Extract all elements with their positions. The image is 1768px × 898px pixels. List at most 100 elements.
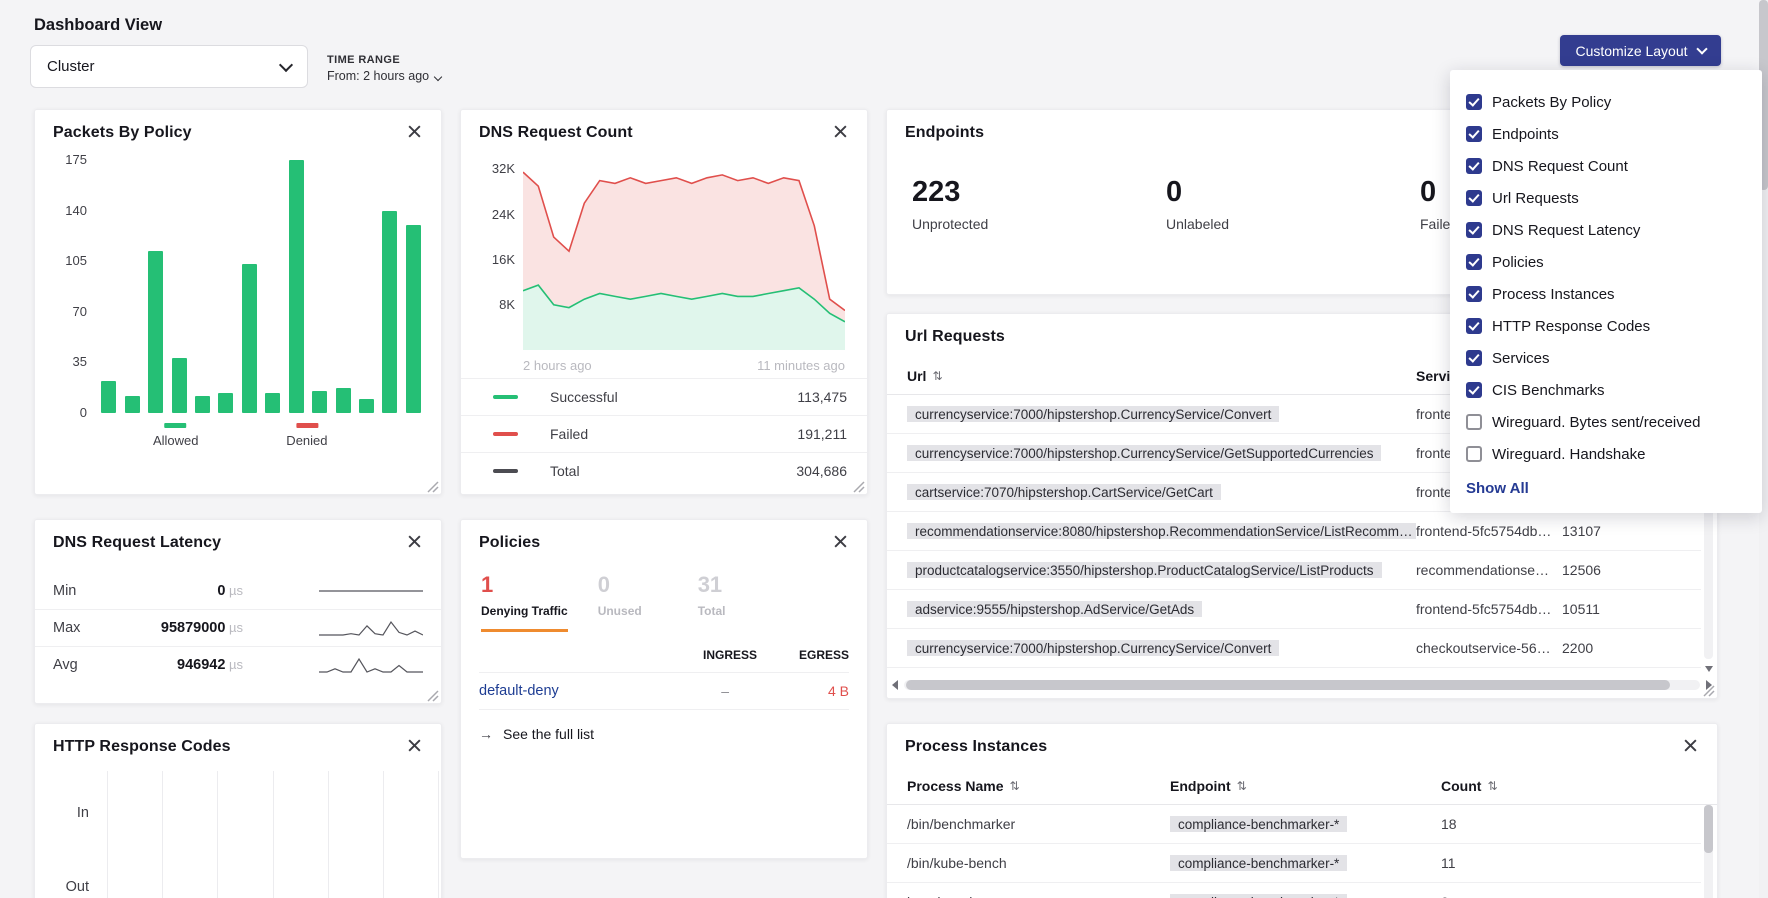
checkbox-checked-icon[interactable]	[1466, 254, 1482, 270]
checkbox-checked-icon[interactable]	[1466, 158, 1482, 174]
customize-menu-item[interactable]: Services	[1450, 342, 1762, 374]
customize-menu-item[interactable]: Policies	[1450, 246, 1762, 278]
resize-handle-icon[interactable]	[427, 689, 439, 701]
policy-ingress-value: –	[653, 683, 757, 699]
checkbox-checked-icon[interactable]	[1466, 126, 1482, 142]
menu-item-label: Endpoints	[1492, 126, 1559, 143]
column-label: Url	[907, 368, 926, 384]
packets-plot	[97, 160, 425, 413]
table-row[interactable]: recommendationservice:8080/hipstershop.R…	[887, 512, 1701, 551]
customize-menu-item[interactable]: Process Instances	[1450, 278, 1762, 310]
customize-menu-item[interactable]: Url Requests	[1450, 182, 1762, 214]
url-chip: currencyservice:7000/hipstershop.Currenc…	[907, 445, 1381, 461]
view-select[interactable]: Cluster	[30, 45, 308, 88]
row-label: In	[77, 805, 89, 821]
column-header-url[interactable]: Url ⇅	[907, 368, 943, 384]
time-range-value[interactable]: From: 2 hours ago	[327, 69, 441, 83]
scrollbar-thumb[interactable]	[906, 680, 1670, 690]
table-row[interactable]: currencyservice:7000/hipstershop.Currenc…	[887, 629, 1701, 668]
close-icon[interactable]	[833, 124, 851, 142]
column-header-egress[interactable]: EGRESS	[757, 648, 849, 662]
y-tick-label: 175	[51, 152, 87, 168]
customize-menu-item[interactable]: Wireguard. Bytes sent/received	[1450, 406, 1762, 438]
checkbox-checked-icon[interactable]	[1466, 190, 1482, 206]
checkbox-checked-icon[interactable]	[1466, 222, 1482, 238]
group-label: Allowed	[153, 433, 199, 448]
customize-menu-items: Packets By Policy Endpoints DNS Request Co…	[1450, 86, 1762, 470]
customize-menu-item[interactable]: DNS Request Latency	[1450, 214, 1762, 246]
table-row[interactable]: benchmarkercompliance-benchmarker-*9	[887, 883, 1701, 898]
count-cell: 13107	[1562, 523, 1652, 539]
scroll-left-arrow-icon[interactable]	[892, 680, 898, 690]
scrollbar-track[interactable]	[904, 680, 1700, 690]
dns-area-chart	[523, 158, 845, 350]
table-row[interactable]: productcatalogservice:3550/hipstershop.P…	[887, 551, 1701, 590]
close-icon[interactable]	[407, 738, 425, 756]
url-cell: currencyservice:7000/hipstershop.Currenc…	[907, 406, 1416, 422]
customize-menu-item[interactable]: Wireguard. Handshake	[1450, 438, 1762, 470]
customize-menu-item[interactable]: Packets By Policy	[1450, 86, 1762, 118]
vertical-scrollbar[interactable]	[1704, 805, 1713, 898]
column-header-endpoint[interactable]: Endpoint ⇅	[1170, 778, 1247, 794]
checkbox-checked-icon[interactable]	[1466, 350, 1482, 366]
card-title: Policies	[479, 534, 540, 552]
legend-value: 304,686	[796, 463, 847, 479]
customize-layout-label: Customize Layout	[1575, 43, 1687, 59]
policy-row[interactable]: default-deny–4 B	[479, 672, 849, 710]
close-icon[interactable]	[407, 534, 425, 552]
customize-layout-button[interactable]: Customize Layout	[1560, 35, 1721, 66]
checkbox-unchecked-icon[interactable]	[1466, 414, 1482, 430]
column-header-count[interactable]: Count ⇅	[1441, 778, 1498, 794]
policies-tab-denying-traffic[interactable]: 1Denying Traffic	[481, 572, 568, 632]
scrollbar-thumb[interactable]	[1704, 805, 1713, 853]
checkbox-unchecked-icon[interactable]	[1466, 446, 1482, 462]
show-all-link[interactable]: Show All	[1450, 470, 1762, 497]
latency-value-wrap: 95879000 µs	[125, 619, 243, 637]
latency-row: Max95879000 µs	[35, 609, 441, 646]
y-tick-label: 8K	[475, 297, 515, 313]
bar	[336, 388, 351, 413]
policies-tab-total[interactable]: 31Total	[698, 572, 768, 632]
dns-x-labels: 2 hours ago11 minutes ago	[523, 358, 845, 373]
policies-tab-unused[interactable]: 0Unused	[598, 572, 668, 632]
close-icon[interactable]	[833, 534, 851, 552]
url-chip: adservice:9555/hipstershop.AdService/Get…	[907, 601, 1202, 617]
close-icon[interactable]	[1683, 738, 1701, 756]
y-tick-label: 70	[51, 304, 87, 320]
resize-handle-icon[interactable]	[853, 480, 865, 492]
table-row[interactable]: /bin/kube-benchcompliance-benchmarker-*1…	[887, 844, 1701, 883]
endpoint-stat: 0Unlabeled	[1166, 176, 1420, 232]
resize-handle-icon[interactable]	[1703, 684, 1715, 696]
checkbox-checked-icon[interactable]	[1466, 318, 1482, 334]
count-cell: 2200	[1562, 640, 1652, 656]
customize-menu-item[interactable]: CIS Benchmarks	[1450, 374, 1762, 406]
latency-sparkline	[319, 618, 423, 638]
policies-tabs: 1Denying Traffic 0Unused 31Total	[481, 572, 768, 632]
latency-label: Min	[53, 583, 125, 599]
green-group-marker-icon	[165, 423, 187, 428]
checkbox-checked-icon[interactable]	[1466, 94, 1482, 110]
column-header-process-name[interactable]: Process Name ⇅	[907, 778, 1020, 794]
bar	[125, 396, 140, 413]
menu-item-label: Policies	[1492, 254, 1544, 271]
customize-menu-item[interactable]: HTTP Response Codes	[1450, 310, 1762, 342]
column-header-ingress[interactable]: INGRESS	[653, 648, 757, 662]
resize-handle-icon[interactable]	[427, 480, 439, 492]
see-full-list-link[interactable]: → See the full list	[479, 726, 594, 742]
legend-value: 113,475	[797, 389, 847, 405]
checkbox-checked-icon[interactable]	[1466, 382, 1482, 398]
red-group-marker-icon	[296, 423, 318, 428]
customize-menu-item[interactable]: DNS Request Count	[1450, 150, 1762, 182]
scroll-down-arrow-icon[interactable]	[1705, 666, 1713, 672]
card-title: DNS Request Latency	[53, 534, 221, 552]
latency-value: 95879000	[161, 620, 226, 636]
table-row[interactable]: adservice:9555/hipstershop.AdService/Get…	[887, 590, 1701, 629]
horizontal-scrollbar[interactable]	[892, 679, 1712, 691]
legend-row: Successful113,475	[461, 378, 867, 415]
checkbox-checked-icon[interactable]	[1466, 286, 1482, 302]
close-icon[interactable]	[407, 124, 425, 142]
customize-menu-item[interactable]: Endpoints	[1450, 118, 1762, 150]
table-row[interactable]: /bin/benchmarkercompliance-benchmarker-*…	[887, 805, 1701, 844]
x-axis-label: 11 minutes ago	[757, 358, 845, 373]
policy-name-link[interactable]: default-deny	[479, 683, 653, 699]
